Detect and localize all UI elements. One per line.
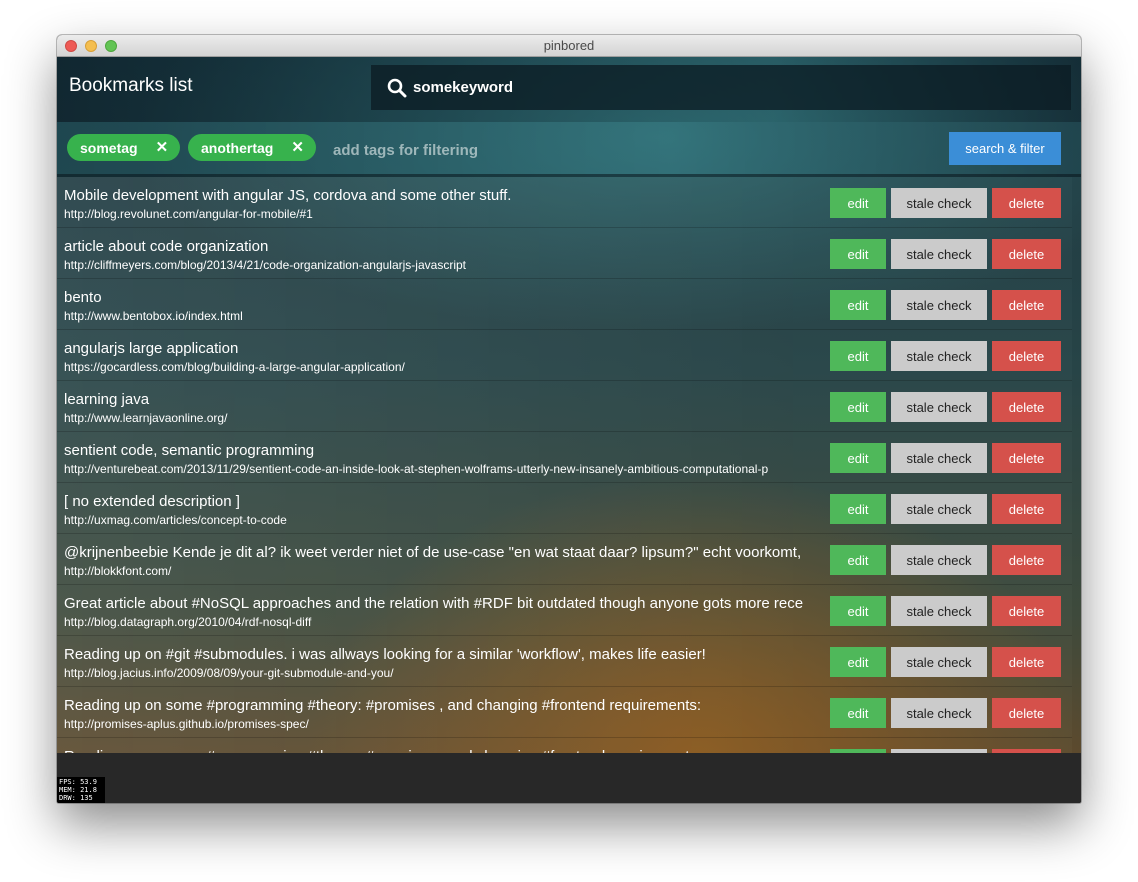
bookmark-row: @krijnenbeebie Kende je dit al? ik weet …: [57, 534, 1072, 585]
bookmark-url[interactable]: http://cliffmeyers.com/blog/2013/4/21/co…: [64, 258, 809, 272]
bookmark-row: angularjs large application https://gocar…: [57, 330, 1072, 381]
bookmark-url[interactable]: http://www.learnjavaonline.org/: [64, 411, 809, 425]
bookmark-row: learning java http://www.learnjavaonline.…: [57, 381, 1072, 432]
mem-readout: MEM: 21.8: [59, 786, 97, 794]
stale-check-button[interactable]: stale check: [891, 188, 987, 218]
stale-check-button[interactable]: stale check: [891, 392, 987, 422]
bookmark-url[interactable]: http://blokkfont.com/: [64, 564, 809, 578]
stale-check-button[interactable]: stale check: [891, 494, 987, 524]
bookmark-title: learning java: [64, 391, 150, 408]
page-title: Bookmarks list: [69, 75, 193, 96]
delete-button[interactable]: delete: [992, 494, 1061, 524]
delete-button[interactable]: delete: [992, 290, 1061, 320]
bookmark-url[interactable]: http://blog.revolunet.com/angular-for-mo…: [64, 207, 809, 221]
stale-check-button[interactable]: stale check: [891, 647, 987, 677]
window-title: pinbored: [543, 38, 595, 53]
bookmark-url[interactable]: https://gocardless.com/blog/building-a-l…: [64, 360, 809, 374]
bookmark-url[interactable]: http://blog.jacius.info/2009/08/09/your-…: [64, 666, 809, 680]
search-filter-button[interactable]: search & filter: [949, 132, 1061, 165]
bookmark-title: article about code organization: [64, 238, 269, 255]
tag-filter-bar: sometag ✕ anothertag ✕ search & filter: [57, 122, 1081, 177]
bookmark-title: sentient code, semantic programming: [64, 442, 315, 459]
delete-button[interactable]: delete: [992, 392, 1061, 422]
title-bar: pinbored: [57, 35, 1081, 57]
bookmark-row: Great article about #NoSQL approaches an…: [57, 585, 1072, 636]
bookmark-title: Mobile development with angular JS, cord…: [64, 187, 512, 204]
footer-bar: FPS: 53.9 MEM: 21.8 DRW: 135: [57, 753, 1081, 803]
stale-check-button[interactable]: stale check: [891, 698, 987, 728]
edit-button[interactable]: edit: [830, 545, 886, 575]
bookmark-row: article about code organization http://cl…: [57, 228, 1072, 279]
bookmark-url[interactable]: http://blog.datagraph.org/2010/04/rdf-no…: [64, 615, 809, 629]
edit-button[interactable]: edit: [830, 596, 886, 626]
search-input[interactable]: [413, 76, 1033, 98]
bookmark-url[interactable]: http://uxmag.com/articles/concept-to-cod…: [64, 513, 809, 527]
delete-button[interactable]: delete: [992, 341, 1061, 371]
bookmark-title: [ no extended description ]: [64, 493, 240, 510]
remove-tag-icon[interactable]: ✕: [291, 135, 304, 161]
edit-button[interactable]: edit: [830, 443, 886, 473]
edit-button[interactable]: edit: [830, 494, 886, 524]
bookmark-row: Reading up on some #programming #theory:…: [57, 687, 1072, 738]
edit-button[interactable]: edit: [830, 239, 886, 269]
edit-button[interactable]: edit: [830, 341, 886, 371]
bookmark-title: @krijnenbeebie Kende je dit al? ik weet …: [64, 544, 802, 561]
bookmark-title: Great article about #NoSQL approaches an…: [64, 595, 804, 612]
tag-chip-sometag: sometag ✕: [67, 134, 181, 161]
bookmark-row: bento http://www.bentobox.io/index.html ed…: [57, 279, 1072, 330]
delete-button[interactable]: delete: [992, 545, 1061, 575]
bookmark-title: angularjs large application: [64, 340, 239, 357]
performance-stats: FPS: 53.9 MEM: 21.8 DRW: 135: [57, 777, 105, 803]
bookmark-row: [ no extended description ] http://uxmag.…: [57, 483, 1072, 534]
stale-check-button[interactable]: stale check: [891, 545, 987, 575]
edit-button[interactable]: edit: [830, 188, 886, 218]
remove-tag-icon[interactable]: ✕: [156, 135, 169, 161]
stale-check-button[interactable]: stale check: [891, 596, 987, 626]
tag-label: sometag: [80, 139, 138, 156]
bookmark-row: Mobile development with angular JS, cord…: [57, 177, 1072, 228]
bookmark-list: Mobile development with angular JS, cord…: [57, 177, 1072, 753]
search-icon: [387, 78, 407, 98]
edit-button[interactable]: edit: [830, 290, 886, 320]
fps-readout: FPS: 53.9: [59, 778, 97, 786]
draw-calls-readout: DRW: 135: [59, 794, 93, 802]
tag-input[interactable]: [333, 139, 893, 161]
header-bar: Bookmarks list: [57, 57, 1081, 122]
bookmark-title: Reading up on #git #submodules. i was al…: [64, 646, 706, 663]
delete-button[interactable]: delete: [992, 443, 1061, 473]
bookmark-title: Reading up on some #programming #theory:…: [64, 697, 702, 714]
stale-check-button[interactable]: stale check: [891, 341, 987, 371]
bookmark-row: Reading up on some #programming #theory:…: [57, 738, 1072, 753]
bookmark-url[interactable]: http://promises-aplus.github.io/promises…: [64, 717, 809, 731]
delete-button[interactable]: delete: [992, 596, 1061, 626]
bookmark-row: sentient code, semantic programming http:…: [57, 432, 1072, 483]
stale-check-button[interactable]: stale check: [891, 239, 987, 269]
edit-button[interactable]: edit: [830, 647, 886, 677]
bookmark-title: bento: [64, 289, 102, 306]
delete-button[interactable]: delete: [992, 188, 1061, 218]
stale-check-button[interactable]: stale check: [891, 443, 987, 473]
bookmark-row: Reading up on #git #submodules. i was al…: [57, 636, 1072, 687]
stale-check-button[interactable]: stale check: [891, 290, 987, 320]
edit-button[interactable]: edit: [830, 392, 886, 422]
delete-button[interactable]: delete: [992, 239, 1061, 269]
tag-chip-anothertag: anothertag ✕: [188, 134, 316, 161]
delete-button[interactable]: delete: [992, 647, 1061, 677]
app-content: Bookmarks list sometag ✕ anothertag ✕ se…: [57, 57, 1081, 753]
edit-button[interactable]: edit: [830, 698, 886, 728]
bookmark-url[interactable]: http://venturebeat.com/2013/11/29/sentie…: [64, 462, 809, 476]
tag-label: anothertag: [201, 139, 274, 156]
search-box[interactable]: [371, 65, 1071, 110]
bookmark-url[interactable]: http://www.bentobox.io/index.html: [64, 309, 809, 323]
app-window: pinbored Bookmarks list sometag ✕ anothe…: [57, 35, 1081, 803]
delete-button[interactable]: delete: [992, 698, 1061, 728]
